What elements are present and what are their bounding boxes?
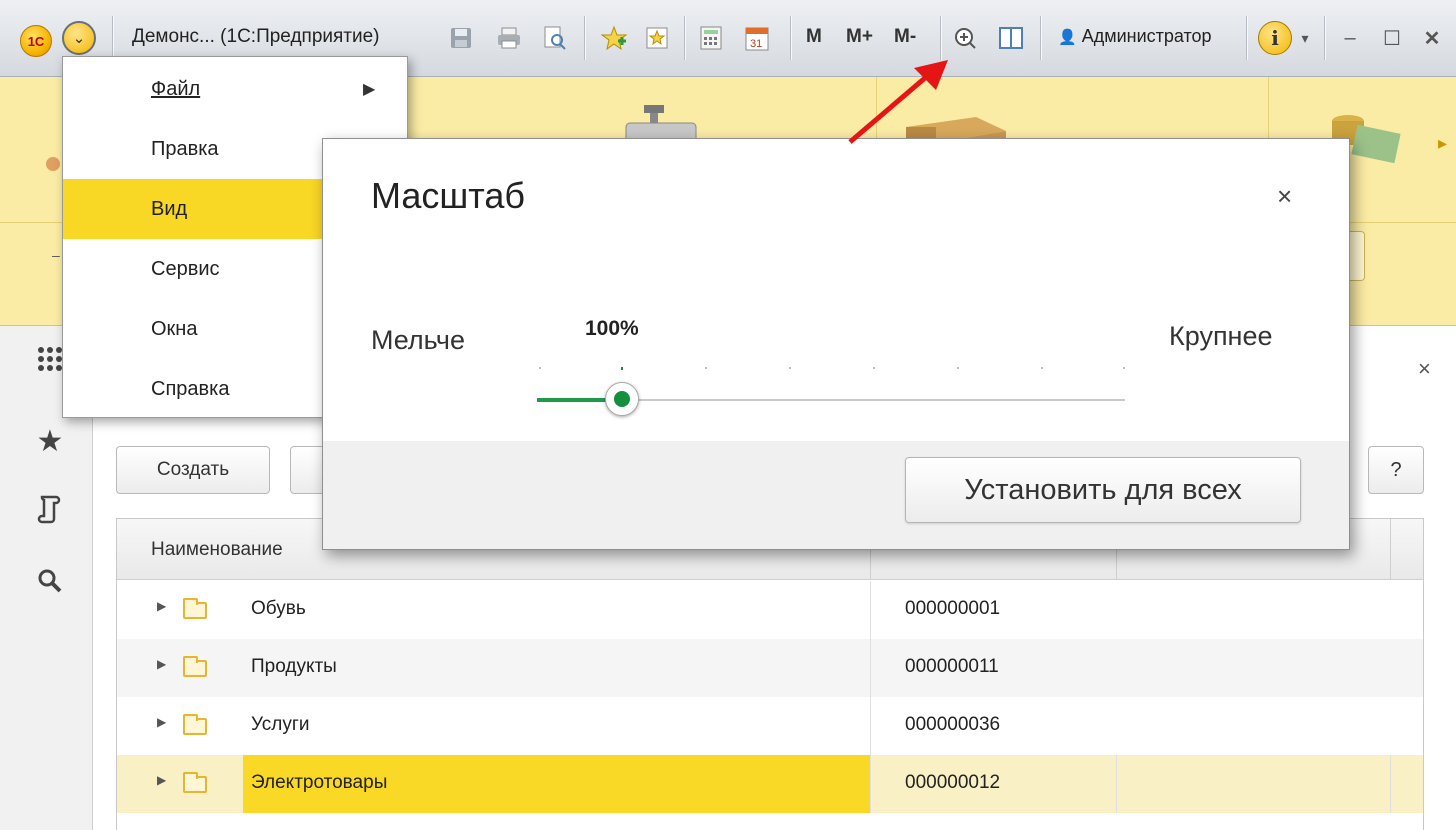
- user-icon: 👤: [1058, 29, 1077, 46]
- folder-icon: [183, 598, 207, 619]
- column-divider: [870, 697, 871, 755]
- main-menu-button[interactable]: ⌄: [62, 21, 96, 55]
- row-code: 000000012: [905, 772, 1001, 793]
- separator: [684, 16, 686, 60]
- calculator-icon[interactable]: [696, 18, 726, 58]
- row-code: 000000011: [905, 656, 999, 677]
- panels-icon[interactable]: [996, 18, 1026, 58]
- row-code: 000000036: [905, 714, 1001, 735]
- favorites-add-icon[interactable]: [598, 18, 632, 58]
- search-icon[interactable]: [30, 568, 70, 602]
- app-logo-icon: 1С: [20, 25, 52, 57]
- info-icon[interactable]: i: [1258, 21, 1292, 55]
- row-code: 000000001: [905, 598, 1001, 619]
- calendar-icon[interactable]: 31: [742, 18, 772, 58]
- table-row[interactable]: ▶ Продукты 000000011: [117, 639, 1423, 697]
- form-close-icon[interactable]: ×: [1418, 356, 1431, 382]
- label-smaller: Мельче: [371, 325, 466, 355]
- column-divider: [1116, 755, 1117, 813]
- minimize-icon[interactable]: –: [1336, 18, 1364, 58]
- function-panel-mark: –: [52, 247, 60, 263]
- expand-triangle-icon[interactable]: ▶: [157, 773, 166, 787]
- separator: [790, 16, 792, 60]
- catalog-table[interactable]: Наименование ▶ Обувь 000000001 ▶ Продукт…: [116, 518, 1424, 830]
- slider-tick-active: [621, 367, 623, 370]
- expand-triangle-icon[interactable]: ▶: [157, 599, 166, 613]
- submenu-arrow-icon: ▶: [363, 81, 376, 98]
- column-divider: [870, 581, 871, 639]
- label-larger: Крупнее: [1169, 321, 1273, 351]
- separator: [1040, 16, 1042, 60]
- favorites-icon[interactable]: [642, 18, 672, 58]
- row-name: Услуги: [251, 714, 310, 735]
- slider-tick: [1041, 367, 1043, 369]
- expand-triangle-icon[interactable]: ▶: [157, 715, 166, 729]
- history-scroll-icon[interactable]: [30, 494, 70, 532]
- user-button[interactable]: 👤 Администратор: [1058, 26, 1212, 47]
- table-row[interactable]: ▶ Услуги 000000036: [117, 697, 1423, 755]
- zoom-icon[interactable]: [950, 18, 980, 58]
- folder-icon: [183, 772, 207, 793]
- memory-button-m-plus[interactable]: M+: [846, 26, 873, 48]
- apply-for-all-button[interactable]: Установить для всех: [905, 457, 1301, 523]
- slider-tick: [539, 367, 541, 369]
- print-icon[interactable]: [494, 18, 524, 58]
- folder-icon: [183, 656, 207, 677]
- separator: [1324, 16, 1326, 60]
- dialog-title: Масштаб: [371, 175, 526, 216]
- table-row[interactable]: ▶ Обувь 000000001: [117, 581, 1423, 639]
- user-name: Администратор: [1081, 26, 1212, 46]
- scale-dialog: Масштаб × Мельче 100% Крупнее Установить…: [322, 138, 1350, 550]
- close-icon[interactable]: ✕: [1418, 18, 1446, 58]
- dialog-close-icon[interactable]: ×: [1277, 181, 1292, 212]
- expand-triangle-icon[interactable]: ▶: [157, 657, 166, 671]
- slider-tick: [789, 367, 791, 369]
- red-pointer-arrow-icon: [848, 60, 948, 144]
- create-button[interactable]: Создать: [116, 446, 270, 494]
- memory-button-m[interactable]: M: [806, 26, 822, 48]
- info-dropdown-chevron-icon[interactable]: ▾: [1296, 18, 1314, 58]
- separator: [584, 16, 586, 60]
- column-divider: [1390, 755, 1391, 813]
- column-divider: [870, 755, 871, 813]
- menu-item-file[interactable]: Файл ▶: [63, 59, 407, 119]
- row-name: Электротовары: [251, 772, 388, 793]
- scale-value: 100%: [585, 317, 639, 340]
- separator: [112, 16, 114, 60]
- slider-tick: [957, 367, 959, 369]
- favorites-star-icon[interactable]: ★: [30, 424, 70, 459]
- slider-tick: [873, 367, 875, 369]
- row-name: Обувь: [251, 598, 306, 619]
- table-row-selected[interactable]: ▶ Электротовары 000000012: [117, 755, 1423, 813]
- section-icon-partial[interactable]: [46, 157, 60, 171]
- folder-icon: [183, 714, 207, 735]
- calendar-day: 31: [750, 38, 762, 50]
- separator: [1246, 16, 1248, 60]
- slider-thumb[interactable]: [605, 382, 639, 416]
- separator: [940, 16, 942, 60]
- column-divider: [870, 639, 871, 697]
- slider-tick: [705, 367, 707, 369]
- chevron-down-icon: ⌄: [72, 30, 86, 47]
- help-button[interactable]: ?: [1368, 446, 1424, 494]
- sections-scroll-right-icon[interactable]: ▸: [1438, 133, 1447, 154]
- row-name: Продукты: [251, 656, 337, 677]
- save-icon[interactable]: [446, 18, 476, 58]
- maximize-icon[interactable]: ☐: [1378, 18, 1406, 58]
- window-title: Демонс... (1С:Предприятие): [132, 26, 380, 47]
- slider-tick: [1123, 367, 1125, 369]
- preview-icon[interactable]: [540, 18, 570, 58]
- memory-button-m-minus[interactable]: M-: [894, 26, 916, 48]
